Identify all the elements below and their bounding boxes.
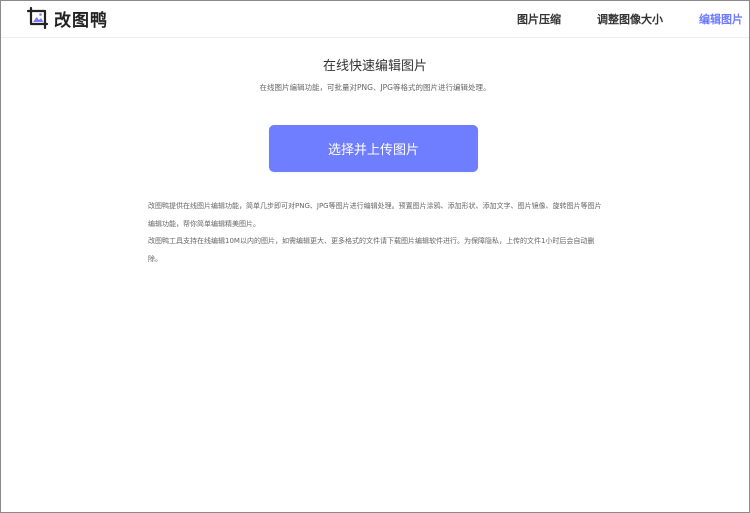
nav-item-resize-image[interactable]: 调整图像大小 (597, 11, 663, 27)
browser-viewport: 改图鸭 图片压缩 调整图像大小 编辑图片 在线快速编辑图片 在线图片编辑功能，可… (0, 0, 750, 513)
site-logo[interactable]: 改图鸭 (27, 6, 108, 31)
top-header: 改图鸭 图片压缩 调整图像大小 编辑图片 (1, 1, 749, 38)
description-paragraph: 改图鸭提供在线图片编辑功能，简单几步即可对PNG、JPG等图片进行编辑处理。预置… (148, 202, 602, 228)
page-subtitle: 在线图片编辑功能，可批量对PNG、JPG等格式的图片进行编辑处理。 (259, 83, 491, 92)
nav-item-edit-image[interactable]: 编辑图片 (699, 11, 743, 27)
nav-item-image-compress[interactable]: 图片压缩 (517, 11, 561, 27)
logo-text: 改图鸭 (54, 10, 108, 31)
main-nav: 图片压缩 调整图像大小 编辑图片 (481, 1, 743, 37)
description-paragraph: 改图鸭工具支持在线编辑10M以内的图片，如需编辑更大、更多格式的文件请下载图片编… (148, 237, 595, 263)
description-text: 改图鸭提供在线图片编辑功能，简单几步即可对PNG、JPG等图片进行编辑处理。预置… (148, 198, 603, 268)
page-title: 在线快速编辑图片 (322, 59, 427, 74)
image-crop-icon (27, 7, 49, 29)
upload-image-button[interactable]: 选择并上传图片 (269, 125, 478, 172)
